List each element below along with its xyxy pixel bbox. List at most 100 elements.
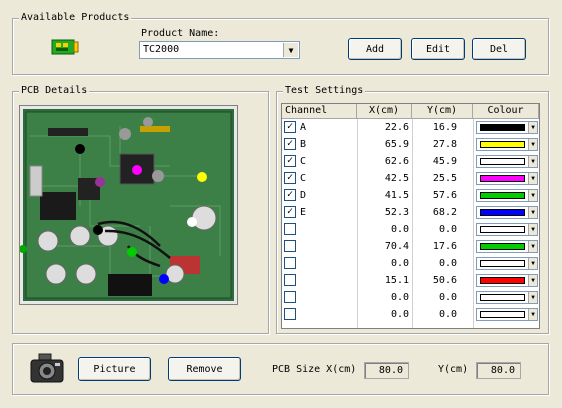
- channel-checkbox[interactable]: [284, 240, 296, 252]
- table-row[interactable]: ✓ E 52.3 68.2 ▼: [282, 204, 539, 221]
- channel-checkbox[interactable]: ✓: [284, 138, 296, 150]
- channel-checkbox[interactable]: [284, 257, 296, 269]
- chevron-down-icon[interactable]: ▼: [528, 122, 537, 133]
- colour-dropdown[interactable]: ▼: [476, 240, 538, 253]
- x-value[interactable]: 0.0: [357, 221, 409, 238]
- table-row[interactable]: 0.0 0.0 ▼: [282, 221, 539, 238]
- remove-button[interactable]: Remove: [168, 357, 241, 381]
- table-row[interactable]: ✓ C 62.6 45.9 ▼: [282, 153, 539, 170]
- colour-dropdown[interactable]: ▼: [476, 291, 538, 304]
- circuit-board-icon: [51, 37, 79, 57]
- channel-checkbox[interactable]: [284, 223, 296, 235]
- header-y[interactable]: Y(cm): [412, 104, 473, 119]
- y-value[interactable]: 0.0: [412, 255, 457, 272]
- y-value[interactable]: 16.9: [412, 119, 457, 136]
- y-value[interactable]: 50.6: [412, 272, 457, 289]
- product-name-dropdown[interactable]: TC2000 ▼: [139, 41, 300, 59]
- chevron-down-icon[interactable]: ▼: [528, 139, 537, 150]
- y-value[interactable]: 0.0: [412, 306, 457, 323]
- y-value[interactable]: 57.6: [412, 187, 457, 204]
- y-value[interactable]: 68.2: [412, 204, 457, 221]
- pcb-details-title: PCB Details: [19, 85, 90, 97]
- x-value[interactable]: 41.5: [357, 187, 409, 204]
- chevron-down-icon[interactable]: ▼: [528, 275, 537, 286]
- channel-checkbox[interactable]: ✓: [284, 121, 296, 133]
- table-row[interactable]: ✓ D 41.5 57.6 ▼: [282, 187, 539, 204]
- colour-swatch: [480, 141, 525, 148]
- channel-name: E: [300, 207, 307, 218]
- chevron-down-icon[interactable]: ▼: [528, 190, 537, 201]
- picture-button[interactable]: Picture: [78, 357, 151, 381]
- x-value[interactable]: 70.4: [357, 238, 409, 255]
- colour-swatch: [480, 260, 525, 267]
- x-value[interactable]: 52.3: [357, 204, 409, 221]
- channel-checkbox[interactable]: [284, 308, 296, 320]
- chevron-down-icon[interactable]: ▼: [528, 156, 537, 167]
- chevron-down-icon[interactable]: ▼: [528, 207, 537, 218]
- y-value[interactable]: 27.8: [412, 136, 457, 153]
- x-value[interactable]: 22.6: [357, 119, 409, 136]
- colour-swatch: [480, 294, 525, 301]
- test-settings-table: Channel X(cm) Y(cm) Colour ✓ A 22.6 16.9 ▼ ✓ B…: [281, 103, 540, 329]
- del-button[interactable]: Del: [472, 38, 526, 60]
- table-row[interactable]: ✓ A 22.6 16.9 ▼: [282, 119, 539, 136]
- edit-button[interactable]: Edit: [411, 38, 465, 60]
- available-products-title: Available Products: [19, 12, 132, 24]
- header-channel[interactable]: Channel: [282, 104, 357, 119]
- colour-dropdown[interactable]: ▼: [476, 206, 538, 219]
- colour-swatch: [480, 243, 525, 250]
- x-value[interactable]: 0.0: [357, 306, 409, 323]
- header-x[interactable]: X(cm): [357, 104, 412, 119]
- pcb-size-x-value: 80.0: [364, 362, 409, 379]
- chevron-down-icon[interactable]: ▼: [528, 241, 537, 252]
- x-value[interactable]: 15.1: [357, 272, 409, 289]
- pcb-size-y-label: Y(cm): [438, 364, 469, 375]
- table-row[interactable]: 0.0 0.0 ▼: [282, 255, 539, 272]
- table-row[interactable]: ✓ B 65.9 27.8 ▼: [282, 136, 539, 153]
- colour-dropdown[interactable]: ▼: [476, 121, 538, 134]
- channel-checkbox[interactable]: ✓: [284, 155, 296, 167]
- table-row[interactable]: 15.1 50.6 ▼: [282, 272, 539, 289]
- table-row[interactable]: 0.0 0.0 ▼: [282, 289, 539, 306]
- x-value[interactable]: 0.0: [357, 255, 409, 272]
- chevron-down-icon[interactable]: ▼: [528, 258, 537, 269]
- x-value[interactable]: 65.9: [357, 136, 409, 153]
- chevron-down-icon[interactable]: ▼: [528, 224, 537, 235]
- y-value[interactable]: 17.6: [412, 238, 457, 255]
- colour-dropdown[interactable]: ▼: [476, 257, 538, 270]
- table-row[interactable]: 70.4 17.6 ▼: [282, 238, 539, 255]
- chevron-down-icon[interactable]: ▼: [528, 309, 537, 320]
- channel-checkbox[interactable]: ✓: [284, 189, 296, 201]
- add-button[interactable]: Add: [348, 38, 402, 60]
- table-header: Channel X(cm) Y(cm) Colour: [282, 104, 539, 119]
- colour-dropdown[interactable]: ▼: [476, 138, 538, 151]
- header-colour[interactable]: Colour: [473, 104, 539, 119]
- x-value[interactable]: 42.5: [357, 170, 409, 187]
- channel-name: D: [300, 190, 307, 201]
- y-value[interactable]: 0.0: [412, 289, 457, 306]
- y-value[interactable]: 45.9: [412, 153, 457, 170]
- pcb-image: [19, 105, 238, 305]
- table-row[interactable]: 0.0 0.0 ▼: [282, 306, 539, 323]
- channel-checkbox[interactable]: [284, 291, 296, 303]
- channel-checkbox[interactable]: ✓: [284, 206, 296, 218]
- channel-name: B: [300, 139, 307, 150]
- x-value[interactable]: 62.6: [357, 153, 409, 170]
- colour-dropdown[interactable]: ▼: [476, 189, 538, 202]
- x-value[interactable]: 0.0: [357, 289, 409, 306]
- channel-checkbox[interactable]: [284, 274, 296, 286]
- colour-dropdown[interactable]: ▼: [476, 274, 538, 287]
- channel-name: C: [300, 156, 307, 167]
- y-value[interactable]: 25.5: [412, 170, 457, 187]
- chevron-down-icon[interactable]: ▼: [528, 173, 537, 184]
- colour-dropdown[interactable]: ▼: [476, 172, 538, 185]
- colour-dropdown[interactable]: ▼: [476, 223, 538, 236]
- colour-swatch: [480, 209, 525, 216]
- chevron-down-icon[interactable]: ▼: [528, 292, 537, 303]
- y-value[interactable]: 0.0: [412, 221, 457, 238]
- colour-dropdown[interactable]: ▼: [476, 308, 538, 321]
- colour-dropdown[interactable]: ▼: [476, 155, 538, 168]
- chevron-down-icon[interactable]: ▼: [283, 43, 298, 57]
- table-row[interactable]: ✓ C 42.5 25.5 ▼: [282, 170, 539, 187]
- channel-checkbox[interactable]: ✓: [284, 172, 296, 184]
